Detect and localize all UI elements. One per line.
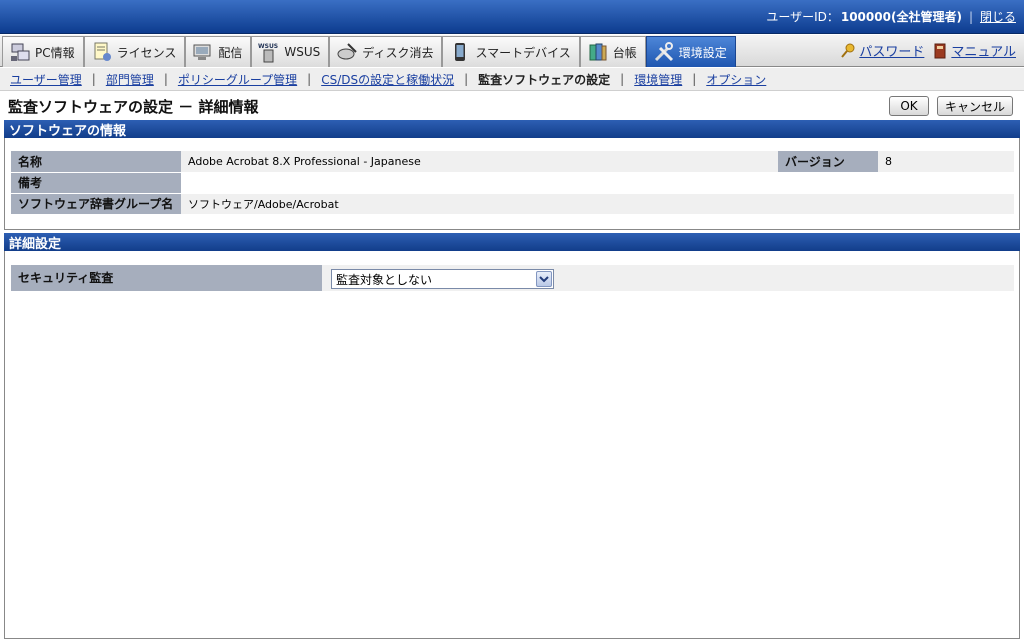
- detail-settings-panel: セキュリティ監査 監査対象としない: [4, 251, 1020, 639]
- software-info-panel: 名称 Adobe Acrobat 8.X Professional - Japa…: [4, 138, 1020, 230]
- user-id-label: ユーザーID：: [766, 10, 839, 24]
- subnav-separator: |: [91, 72, 96, 86]
- settings-tools-icon: [653, 41, 675, 63]
- subnav-policy-group-management[interactable]: ポリシーグループ管理: [178, 71, 297, 88]
- software-info-header: ソフトウェアの情報: [4, 120, 1020, 139]
- license-icon: [91, 41, 113, 63]
- distribution-icon: [192, 41, 214, 63]
- manual-link[interactable]: マニュアル: [932, 41, 1016, 60]
- ledger-icon: [587, 41, 609, 63]
- tab-right-links: パスワード マニュアル: [832, 35, 1024, 66]
- password-link[interactable]: パスワード: [840, 41, 924, 60]
- subnav-options[interactable]: オプション: [706, 71, 766, 88]
- subnav-separator: |: [464, 72, 469, 86]
- password-label: パスワード: [859, 45, 925, 60]
- subnav-separator: |: [692, 72, 697, 86]
- tab-label: ライセンス: [116, 45, 177, 60]
- page-title: 監査ソフトウェアの設定 － 詳細情報: [8, 97, 259, 116]
- subnav-cs-ds-settings[interactable]: CS/DSの設定と稼働状況: [321, 71, 454, 88]
- tab-wsus[interactable]: WSUS WSUS: [251, 36, 330, 67]
- tab-license[interactable]: ライセンス: [83, 36, 186, 67]
- tab-smart-device[interactable]: スマートデバイス: [442, 36, 580, 67]
- software-info-table: 名称 Adobe Acrobat 8.X Professional - Japa…: [11, 151, 1014, 215]
- subnav-environment-management[interactable]: 環境管理: [634, 71, 682, 88]
- detail-settings-header: 詳細設定: [4, 233, 1020, 252]
- table-row: 備考: [11, 172, 1014, 194]
- subnav-separator: |: [620, 72, 625, 86]
- table-row: 名称 Adobe Acrobat 8.X Professional - Japa…: [11, 151, 1014, 173]
- disk-erase-icon: [336, 41, 358, 63]
- subnav-department-management[interactable]: 部門管理: [106, 71, 154, 88]
- tab-label: WSUS: [284, 45, 321, 59]
- dict-group-label: ソフトウェア辞書グループ名: [11, 193, 181, 215]
- tab-label: ディスク消去: [362, 45, 434, 60]
- tab-distribution[interactable]: 配信: [185, 36, 252, 67]
- remarks-value: [181, 172, 1014, 194]
- remarks-label: 備考: [11, 172, 181, 194]
- svg-text:WSUS: WSUS: [258, 43, 278, 50]
- security-audit-selected-value: 監査対象としない: [336, 272, 433, 287]
- chevron-down-icon[interactable]: [536, 271, 552, 287]
- tab-label: スマートデバイス: [475, 45, 571, 60]
- tab-pc-info[interactable]: PC情報: [2, 36, 84, 67]
- key-icon: [840, 43, 856, 59]
- close-link[interactable]: 閉じる: [980, 8, 1016, 25]
- tab-disk-erase[interactable]: ディスク消去: [329, 36, 443, 67]
- pc-icon: [9, 41, 31, 63]
- tab-label: 環境設定: [678, 45, 727, 60]
- tab-label: 配信: [218, 45, 243, 60]
- tab-environment-settings[interactable]: 環境設定: [645, 36, 736, 67]
- header-separator: |: [968, 9, 973, 24]
- top-header: ユーザーID： 100000(全社管理者) | 閉じる: [0, 0, 1024, 34]
- tab-label: PC情報: [35, 45, 75, 60]
- subnav-separator: |: [163, 72, 168, 86]
- sub-navigation: ユーザー管理 | 部門管理 | ポリシーグループ管理 | CS/DSの設定と稼働…: [0, 68, 1024, 91]
- name-label: 名称: [11, 151, 181, 173]
- cancel-button[interactable]: キャンセル: [937, 96, 1013, 116]
- version-label: バージョン: [778, 151, 878, 173]
- security-audit-label: セキュリティ監査: [11, 265, 322, 292]
- subnav-audit-software-current: 監査ソフトウェアの設定: [478, 72, 611, 87]
- manual-label: マニュアル: [951, 45, 1016, 60]
- table-row: ソフトウェア辞書グループ名 ソフトウェア/Adobe/Acrobat: [11, 193, 1014, 215]
- subnav-separator: |: [307, 72, 312, 86]
- dict-group-value: ソフトウェア/Adobe/Acrobat: [181, 193, 1014, 215]
- user-id-value: 100000(全社管理者): [840, 10, 962, 24]
- ok-button[interactable]: OK: [889, 96, 929, 116]
- main-tab-bar: PC情報 ライセンス 配信 WSUS WSUS ディスク消去 スマートデバイス: [0, 35, 1024, 67]
- tab-ledger[interactable]: 台帳: [579, 36, 646, 67]
- smart-device-icon: [449, 41, 471, 63]
- page-title-row: 監査ソフトウェアの設定 － 詳細情報 OK キャンセル: [0, 93, 1024, 119]
- book-icon: [932, 43, 948, 59]
- subnav-user-management[interactable]: ユーザー管理: [10, 71, 82, 88]
- wsus-icon: WSUS: [258, 41, 280, 63]
- tab-label: 台帳: [612, 45, 637, 60]
- version-value: 8: [878, 151, 1014, 173]
- security-audit-select[interactable]: 監査対象としない: [331, 269, 554, 289]
- name-value: Adobe Acrobat 8.X Professional - Japanes…: [181, 151, 778, 173]
